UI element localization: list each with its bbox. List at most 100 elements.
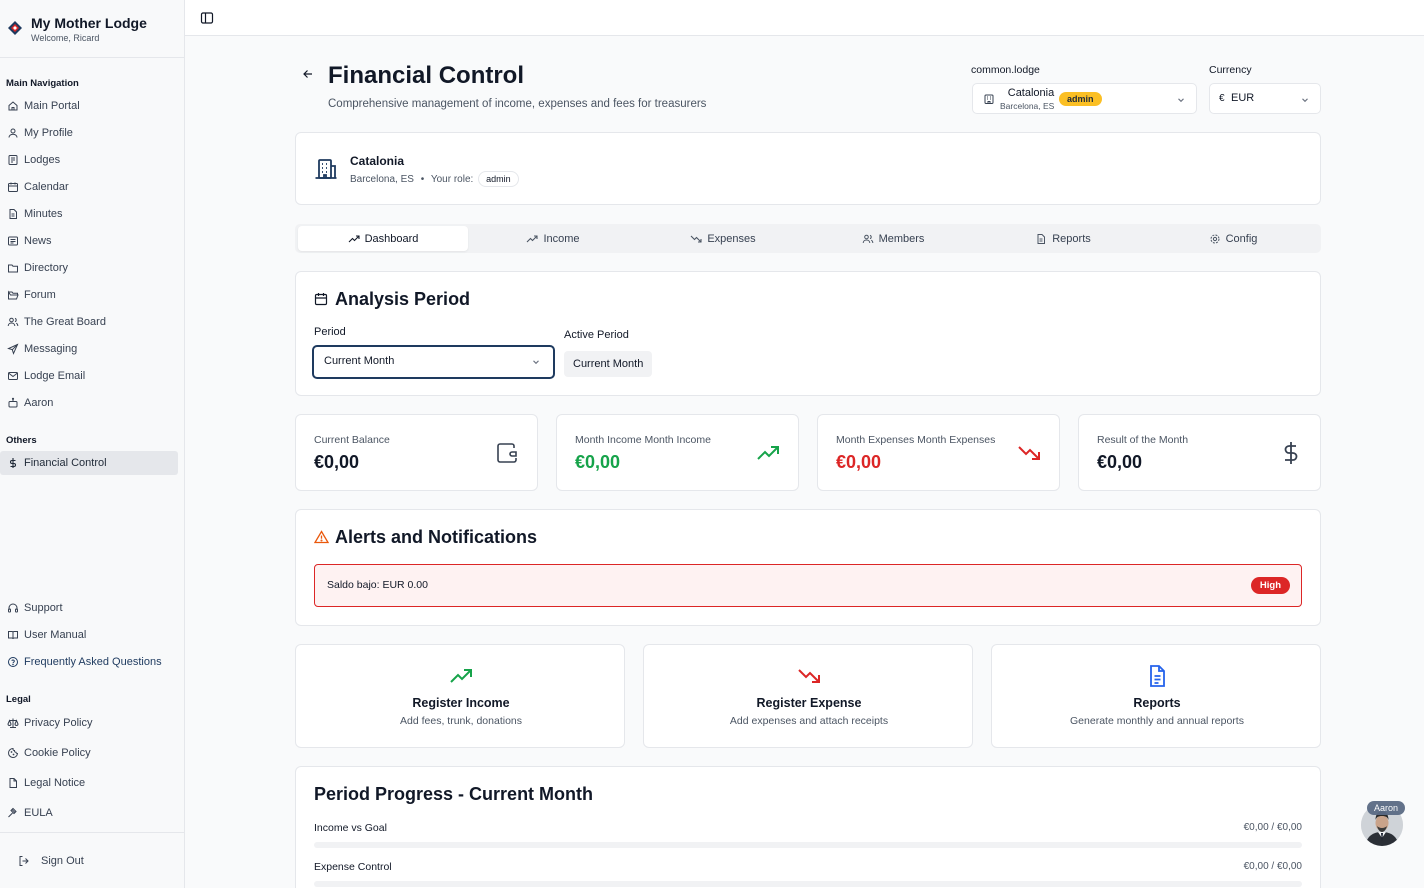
action-desc: Generate monthly and annual reports (1070, 715, 1244, 727)
lodge-select-location: Barcelona, ES (1000, 101, 1055, 111)
sidebar-item-eula[interactable]: EULA (0, 801, 178, 825)
active-period-value: Current Month (564, 351, 653, 377)
sidebar-item-label: Messaging (24, 343, 78, 355)
lodge-meta: Barcelona, ES • Your role: admin (350, 171, 519, 187)
sidebar-item-forum[interactable]: Forum (0, 283, 178, 307)
stat-label: Result of the Month (1097, 434, 1189, 446)
send-icon (7, 343, 19, 355)
trending-up-icon (527, 234, 539, 242)
role-badge: admin (478, 171, 519, 187)
wallet-icon (497, 443, 517, 463)
lodge-select-name: Catalonia (1007, 87, 1055, 99)
sidebar-item-aaron[interactable]: Aaron (0, 391, 178, 415)
tab-label: Dashboard (364, 232, 419, 245)
alerts-title: Alerts and Notifications (335, 527, 538, 547)
folder-icon (8, 264, 18, 273)
sidebar-item-lodge-email[interactable]: Lodge Email (0, 364, 178, 388)
sidebar-item-lodges[interactable]: Lodges (0, 148, 178, 172)
progress-label: Income vs Goal (314, 822, 387, 834)
sign-out-button[interactable]: Sign Out (0, 849, 178, 873)
sidebar-item-messaging[interactable]: Messaging (0, 337, 178, 361)
tab-reports[interactable]: Reports (978, 226, 1148, 251)
sidebar-item-label: Financial Control (24, 457, 107, 469)
gavel-icon (8, 807, 17, 818)
sidebar-item-label: EULA (24, 807, 53, 819)
stat-card-current-balance: Current Balance €0,00 (295, 414, 538, 491)
sidebar-toggle-icon[interactable] (200, 11, 214, 25)
period-progress-card: Period Progress - Current Month Income v… (295, 766, 1321, 888)
users-icon (862, 234, 873, 243)
log-out-icon (19, 856, 29, 866)
tab-config[interactable]: Config (1148, 226, 1318, 251)
sidebar-divider (0, 832, 185, 833)
sidebar-item-news[interactable]: News (0, 229, 178, 253)
sidebar-item-label: Forum (24, 289, 56, 301)
progress-label: Expense Control (314, 861, 392, 873)
progress-title: Period Progress - Current Month (314, 784, 594, 804)
tab-label: Expenses (707, 232, 756, 245)
settings-icon (1210, 234, 1220, 243)
sidebar-item-privacy-policy[interactable]: Privacy Policy (0, 711, 178, 735)
reports-card[interactable]: Reports Generate monthly and annual repo… (991, 644, 1321, 748)
stat-card-month-expenses: Month Expenses Month Expenses €0,00 (817, 414, 1060, 491)
brand-title: My Mother Lodge (31, 15, 147, 31)
reports-text: Reports Generate monthly and annual repo… (992, 696, 1322, 727)
sidebar-item-user-manual[interactable]: User Manual (0, 623, 178, 647)
assistant-avatar-button[interactable]: Aaron (1361, 801, 1409, 849)
dollar-icon (10, 458, 16, 468)
topbar (185, 0, 1424, 36)
sidebar-item-calendar[interactable]: Calendar (0, 175, 178, 199)
sidebar-item-cookie-policy[interactable]: Cookie Policy (0, 741, 178, 765)
stat-label: Current Balance (314, 434, 390, 446)
tab-dashboard[interactable]: Dashboard (298, 226, 468, 251)
sidebar-item-legal-notice[interactable]: Legal Notice (0, 771, 178, 795)
sidebar-item-minutes[interactable]: Minutes (0, 202, 178, 226)
register-expense-card[interactable]: Register Expense Add expenses and attach… (643, 644, 973, 748)
mail-icon (8, 372, 18, 380)
currency-value: EUR (1231, 92, 1255, 104)
sidebar-item-label: Main Portal (24, 100, 80, 112)
lodge-location: Barcelona, ES (350, 174, 414, 185)
lodge-select[interactable]: Catalonia Barcelona, ES admin (972, 83, 1197, 114)
tab-members[interactable]: Members (808, 226, 978, 251)
sidebar-item-faq[interactable]: Frequently Asked Questions (0, 650, 178, 674)
trending-up-icon (450, 669, 472, 683)
users-icon (7, 317, 19, 327)
sidebar-item-great-board[interactable]: The Great Board (0, 310, 178, 334)
sidebar-item-my-profile[interactable]: My Profile (0, 121, 178, 145)
file-text-icon (1150, 665, 1165, 687)
sidebar-item-financial-control[interactable]: Financial Control (0, 451, 178, 475)
tab-expenses[interactable]: Expenses (638, 226, 808, 251)
alert-text: Saldo bajo: EUR 0.00 (327, 579, 428, 591)
sidebar-item-label: Minutes (24, 208, 63, 220)
main-nav-label: Main Navigation (6, 78, 79, 89)
sidebar-item-label: Lodges (24, 154, 61, 166)
stat-value: €0,00 (1097, 452, 1143, 472)
lodge-select-label: common.lodge (971, 64, 1040, 76)
stat-label: Month Income Month Income (575, 434, 711, 446)
sign-out-label: Sign Out (41, 855, 84, 867)
stat-card-month-income: Month Income Month Income €0,00 (556, 414, 799, 491)
dollar-icon (1284, 442, 1298, 464)
currency-label: Currency (1209, 64, 1252, 76)
sidebar-item-label: Aaron (24, 397, 54, 409)
back-arrow-icon[interactable] (302, 68, 314, 80)
euro-icon: € (1219, 93, 1225, 104)
trending-down-icon (690, 235, 702, 243)
file-text-icon (1037, 233, 1046, 244)
tab-income[interactable]: Income (468, 226, 638, 251)
home-icon (8, 101, 18, 111)
sidebar-item-label: Lodge Email (24, 370, 86, 382)
register-income-card[interactable]: Register Income Add fees, trunk, donatio… (295, 644, 625, 748)
sidebar-item-directory[interactable]: Directory (0, 256, 178, 280)
action-title: Reports (1133, 696, 1181, 710)
building-icon (984, 94, 994, 104)
brand[interactable]: My Mother Lodge Welcome, Ricard (0, 0, 184, 58)
period-select[interactable]: Current Month (312, 345, 555, 379)
sidebar-item-main-portal[interactable]: Main Portal (0, 94, 178, 118)
sidebar-item-support[interactable]: Support (0, 596, 178, 620)
action-title: Register Expense (756, 696, 862, 710)
currency-select[interactable]: € EUR (1209, 83, 1321, 114)
chevron-down-icon (1178, 98, 1184, 103)
sidebar-item-label: Calendar (24, 181, 69, 193)
